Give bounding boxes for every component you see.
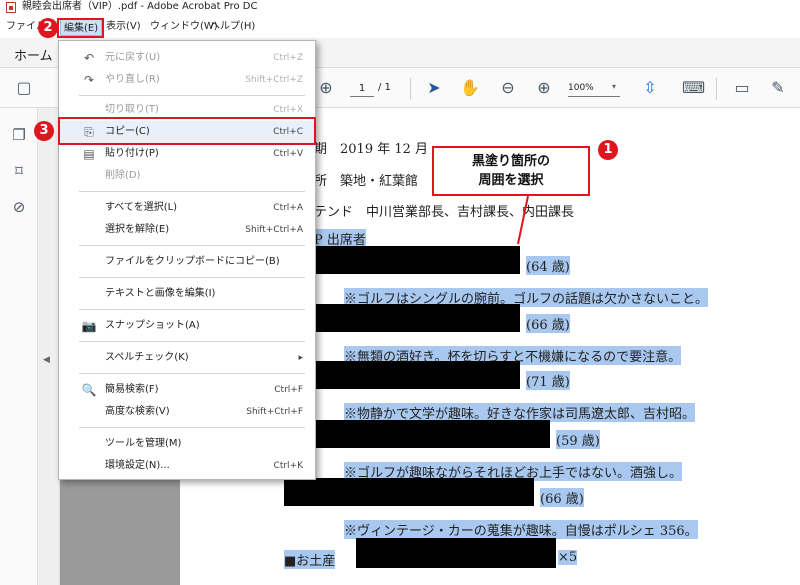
- callout-pointer: [517, 195, 529, 245]
- panel-collapse-bar[interactable]: ◀: [38, 108, 60, 585]
- menu-item-preferences[interactable]: 環境設定(N)... Ctrl+K: [59, 455, 315, 477]
- menu-window[interactable]: ウィンドウ(W): [150, 16, 218, 38]
- bookmark-icon[interactable]: ⌑: [10, 162, 28, 180]
- age-label: (71 歳): [526, 371, 570, 390]
- left-rail: ❐ ⌑ ⊘: [0, 108, 38, 585]
- menu-item-advanced-search[interactable]: 高度な検索(V) Shift+Ctrl+F: [59, 401, 315, 423]
- menu-item-edit-text-images[interactable]: テキストと画像を編集(I): [59, 283, 315, 305]
- hand-tool-icon[interactable]: ✋: [460, 78, 480, 98]
- step-badge-3: 3: [34, 121, 54, 141]
- redaction-block: [314, 304, 520, 332]
- souvenir-label: ■お土産: [284, 550, 336, 569]
- keyboard-icon[interactable]: ⌨: [682, 78, 705, 98]
- attachment-icon[interactable]: ⊘: [10, 198, 28, 216]
- page-total: / 1: [378, 82, 391, 93]
- menu-help[interactable]: ヘルプ(H): [210, 16, 255, 38]
- pdf-file-icon: [6, 2, 16, 13]
- redaction-block: [356, 538, 556, 568]
- annotation-edit-menu-box: [57, 18, 104, 38]
- menu-item-paste[interactable]: ▤ 貼り付け(P) Ctrl+V: [59, 143, 315, 165]
- toolbar-divider: [410, 78, 411, 100]
- menu-bar: ファイル(F) 編集(E) 表示(V) ウィンドウ(W) ヘルプ(H): [0, 16, 800, 38]
- redaction-block: [314, 361, 520, 389]
- menu-divider: [79, 277, 305, 278]
- menu-item-find[interactable]: 🔍 簡易検索(F) Ctrl+F: [59, 379, 315, 401]
- age-label: (66 歳): [526, 314, 570, 333]
- redo-icon: ↷: [83, 73, 95, 87]
- page-number-input[interactable]: 1: [350, 80, 374, 97]
- souvenir-count: ×5: [558, 550, 578, 565]
- age-label: (59 歳): [556, 430, 600, 449]
- menu-divider: [79, 341, 305, 342]
- annotation-copy-box: [58, 117, 316, 145]
- page-thumbnails-icon[interactable]: ❐: [10, 126, 28, 144]
- comment-icon[interactable]: ▭: [732, 78, 752, 98]
- menu-divider: [79, 427, 305, 428]
- window-title: 親睦会出席者（VIP）.pdf - Adobe Acrobat Pro DC: [22, 1, 258, 12]
- menu-item-deselect[interactable]: 選択を解除(E) Shift+Ctrl+A: [59, 219, 315, 241]
- select-tool-icon[interactable]: ➤: [424, 78, 444, 98]
- save-icon[interactable]: ▢: [14, 78, 34, 98]
- zoom-in-icon[interactable]: ⊕: [534, 78, 554, 98]
- menu-item-copy-file[interactable]: ファイルをクリップボードにコピー(B): [59, 251, 315, 273]
- search-icon: 🔍: [81, 383, 97, 397]
- collapse-arrow-icon[interactable]: ◀: [43, 355, 50, 365]
- menu-divider: [79, 373, 305, 374]
- scroll-down-icon[interactable]: ⊕: [316, 78, 336, 98]
- paste-icon: ▤: [83, 147, 95, 161]
- step-badge-1: 1: [598, 140, 618, 160]
- callout-text: 黒塗り箇所の 周囲を選択: [471, 154, 550, 188]
- menu-item-spellcheck[interactable]: スペルチェック(K) ▸: [59, 347, 315, 369]
- submenu-arrow-icon: ▸: [298, 353, 303, 363]
- toolbar-divider: [716, 78, 717, 100]
- tab-home[interactable]: ホーム: [14, 45, 53, 64]
- fit-page-icon[interactable]: ⇳: [640, 78, 660, 98]
- menu-divider: [79, 95, 305, 96]
- age-label: (66 歳): [540, 488, 584, 507]
- redaction-block: [284, 478, 534, 506]
- age-label: (64 歳): [526, 256, 570, 275]
- camera-icon: 📷: [81, 319, 97, 333]
- menu-item-undo[interactable]: ↶ 元に戻す(U) Ctrl+Z: [59, 47, 315, 69]
- menu-divider: [79, 309, 305, 310]
- title-bar: 親睦会出席者（VIP）.pdf - Adobe Acrobat Pro DC: [0, 0, 800, 16]
- menu-item-snapshot[interactable]: 📷 スナップショット(A): [59, 315, 315, 337]
- menu-divider: [79, 191, 305, 192]
- note-line: ※ヴィンテージ・カーの蒐集が趣味。自慢はポルシェ 356。: [344, 520, 698, 539]
- edit-menu-dropdown: ↶ 元に戻す(U) Ctrl+Z ↷ やり直し(R) Shift+Ctrl+Z …: [58, 40, 316, 480]
- annotation-callout: 黒塗り箇所の 周囲を選択: [432, 146, 590, 196]
- zoom-chevron-icon[interactable]: ▾: [612, 82, 616, 91]
- redaction-block: [314, 246, 520, 274]
- undo-icon: ↶: [83, 51, 95, 65]
- doc-place-line: 所 築地・紅葉館: [314, 174, 419, 189]
- menu-view[interactable]: 表示(V): [106, 16, 141, 38]
- menu-item-manage-tools[interactable]: ツールを管理(M): [59, 433, 315, 455]
- pen-icon[interactable]: ✎: [768, 78, 788, 98]
- menu-item-redo[interactable]: ↷ やり直し(R) Shift+Ctrl+Z: [59, 69, 315, 91]
- menu-item-select-all[interactable]: すべてを選択(L) Ctrl+A: [59, 197, 315, 219]
- zoom-out-icon[interactable]: ⊖: [498, 78, 518, 98]
- menu-divider: [79, 245, 305, 246]
- redaction-block: [314, 420, 550, 448]
- menu-item-delete[interactable]: 削除(D): [59, 165, 315, 187]
- step-badge-2: 2: [38, 18, 58, 38]
- doc-date-line: 期 2019 年 12 月: [314, 142, 429, 157]
